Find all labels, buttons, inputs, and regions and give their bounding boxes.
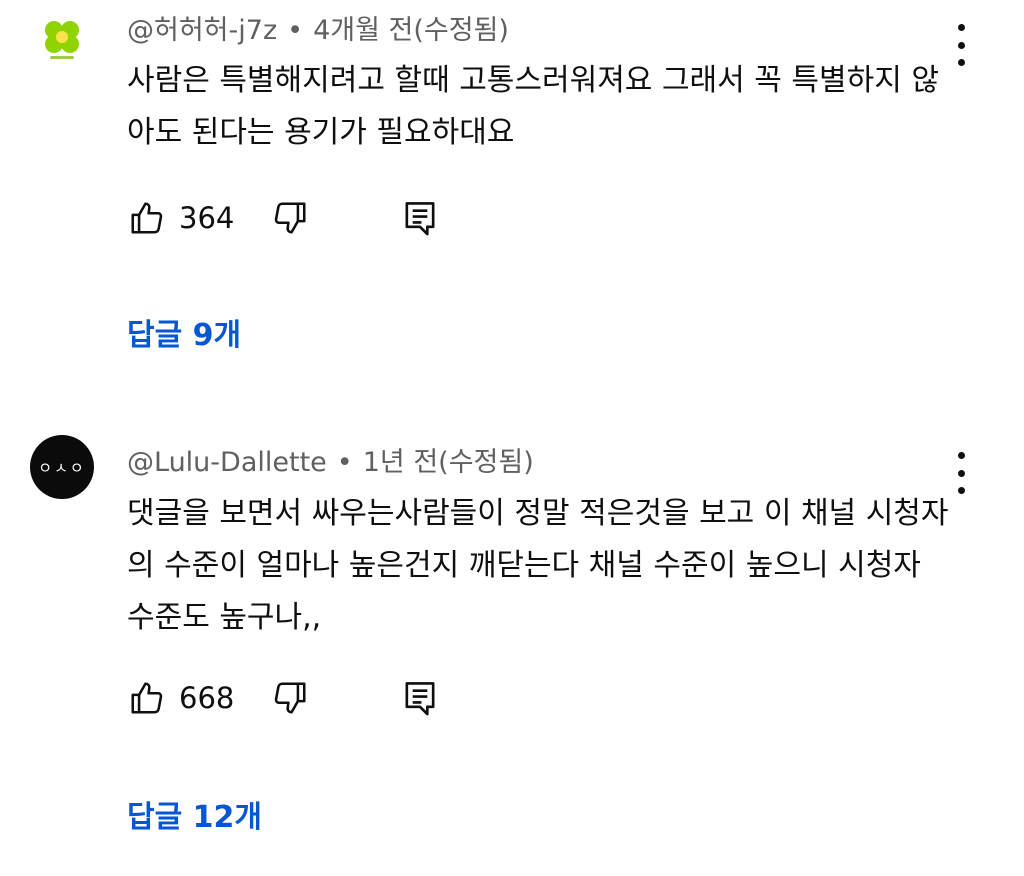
comment-time: 4개월 전(수정됨) (313, 15, 509, 46)
avatar[interactable]: ㅇㅅㅇ (30, 435, 94, 499)
like-button[interactable] (127, 198, 167, 238)
separator-dot: • (287, 15, 304, 46)
dot-icon (957, 487, 965, 494)
reply-icon (405, 682, 435, 716)
avatar[interactable] (30, 10, 94, 74)
comment-text: 사람은 특별해지려고 할때 고통스러워져요 그래서 꼭 특별하지 않아도 된다는… (127, 63, 939, 150)
comment-meta: @Lulu-Dallette • 1년 전(수정됨) (127, 440, 534, 479)
comment-meta: @허허허-j7z • 4개월 전(수정됨) (127, 8, 509, 47)
dislike-button[interactable] (270, 198, 310, 238)
clover-icon (45, 21, 79, 59)
dot-icon (957, 452, 965, 459)
like-count: 668 (179, 681, 235, 715)
like-button[interactable] (127, 678, 167, 718)
reply-icon (405, 202, 435, 236)
comment-actions: 668 (127, 676, 440, 720)
reply-button[interactable] (400, 678, 440, 718)
dot-icon (957, 24, 965, 31)
thumbs-up-icon (131, 682, 163, 714)
view-replies-button[interactable]: 답글 9개 (127, 310, 241, 354)
o-ho-avatar: ㅇㅅㅇ (38, 458, 86, 477)
dislike-button[interactable] (270, 678, 310, 718)
comment-text: 댓글을 보면서 싸우는사람들이 정말 적은것을 보고 이 채널 시청자의 수준이… (127, 496, 949, 635)
like-count: 364 (179, 201, 235, 235)
thumbs-down-icon (275, 682, 306, 714)
dot-icon (957, 41, 965, 49)
separator-dot: • (336, 447, 353, 478)
thumbs-down-icon (275, 202, 306, 234)
author-name[interactable]: @Lulu-Dallette (127, 447, 327, 478)
reply-button[interactable] (400, 198, 440, 238)
author-name[interactable]: @허허허-j7z (127, 15, 277, 46)
comment-time: 1년 전(수정됨) (362, 447, 534, 478)
thumbs-up-icon (131, 202, 163, 234)
dot-icon (957, 469, 965, 477)
comment-actions: 364 (127, 196, 440, 240)
dot-icon (957, 59, 965, 66)
view-replies-button[interactable]: 답글 12개 (127, 792, 262, 836)
